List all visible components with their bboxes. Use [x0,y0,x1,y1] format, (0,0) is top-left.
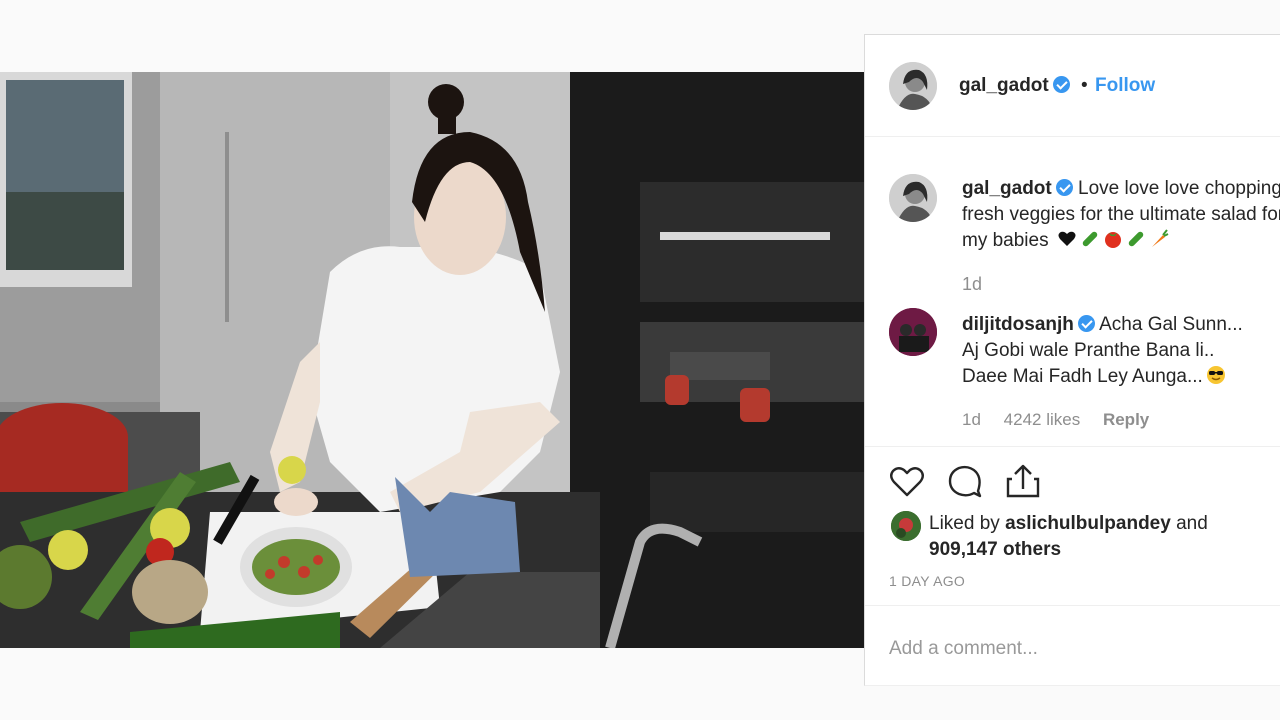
liked-by-avatar-image [891,511,921,541]
caption-author-avatar[interactable] [889,174,937,222]
comment-timestamp[interactable]: 1d [962,410,981,429]
instagram-post-page: gal_gadot • Follow gal_gadot Love love l… [0,0,1280,720]
comment-meta: 1d 4242 likes Reply [962,410,1167,430]
comments-section[interactable]: gal_gadot Love love love chopping fresh … [865,138,1280,446]
cucumber-icon [1128,231,1144,247]
comment-line-1: Acha Gal Sunn... [1099,314,1243,335]
liked-by-avatar[interactable] [891,511,921,541]
verified-badge-icon [1077,315,1095,332]
cucumber-icon [1082,231,1098,247]
heart-icon[interactable] [887,461,927,501]
black-heart-icon [1058,231,1076,246]
comment-line-2: Aj Gobi wale Pranthe Bana li.. [962,340,1215,361]
author-avatar[interactable] [889,62,937,110]
post-details-panel: gal_gadot • Follow gal_gadot Love love l… [864,34,1280,686]
comment-likes[interactable]: 4242 likes [1004,410,1081,429]
liked-others-count[interactable]: 909,147 others [929,539,1061,560]
carrot-icon [1151,229,1169,247]
tomato-icon [1104,232,1121,248]
verified-badge-icon [1052,76,1070,93]
follow-button[interactable]: Follow [1095,75,1155,97]
caption-author-avatar-image [889,174,937,222]
comment-item: diljitdosanjh Acha Gal Sunn... Aj Gobi w… [962,312,1262,390]
caption-username[interactable]: gal_gadot [962,178,1052,199]
comment-icon[interactable] [945,461,985,501]
verified-badge-icon [1055,179,1073,196]
liked-suffix: and [1176,513,1208,534]
liked-by-text: Liked by aslichulbulpandey and 909,147 o… [929,511,1208,563]
separator-dot: • [1081,75,1088,96]
comment-line-3: Daee Mai Fadh Ley Aunga... [962,366,1203,387]
share-icon[interactable] [1003,461,1043,501]
author-username-text[interactable]: gal_gadot [959,75,1049,96]
commenter-avatar[interactable] [889,308,937,356]
comment-reply-button[interactable]: Reply [1103,410,1149,429]
liked-by-username[interactable]: aslichulbulpandey [1005,513,1171,534]
comment-input[interactable] [889,634,1249,664]
sunglasses-face-icon [1206,366,1225,384]
commenter-avatar-image [889,308,937,356]
liked-prefix: Liked by [929,513,1000,534]
comment-username[interactable]: diljitdosanjh [962,314,1074,335]
author-avatar-image [889,62,937,110]
caption-timestamp[interactable]: 1d [962,274,982,295]
post-timestamp[interactable]: 1 DAY AGO [889,573,965,589]
kitchen-photo-illustration [0,72,864,648]
post-caption: gal_gadot Love love love chopping fresh … [962,176,1280,254]
add-comment-section [865,605,1280,687]
author-username[interactable]: gal_gadot [959,75,1070,97]
post-header: gal_gadot • Follow [865,35,1280,137]
post-photo[interactable] [0,72,864,648]
